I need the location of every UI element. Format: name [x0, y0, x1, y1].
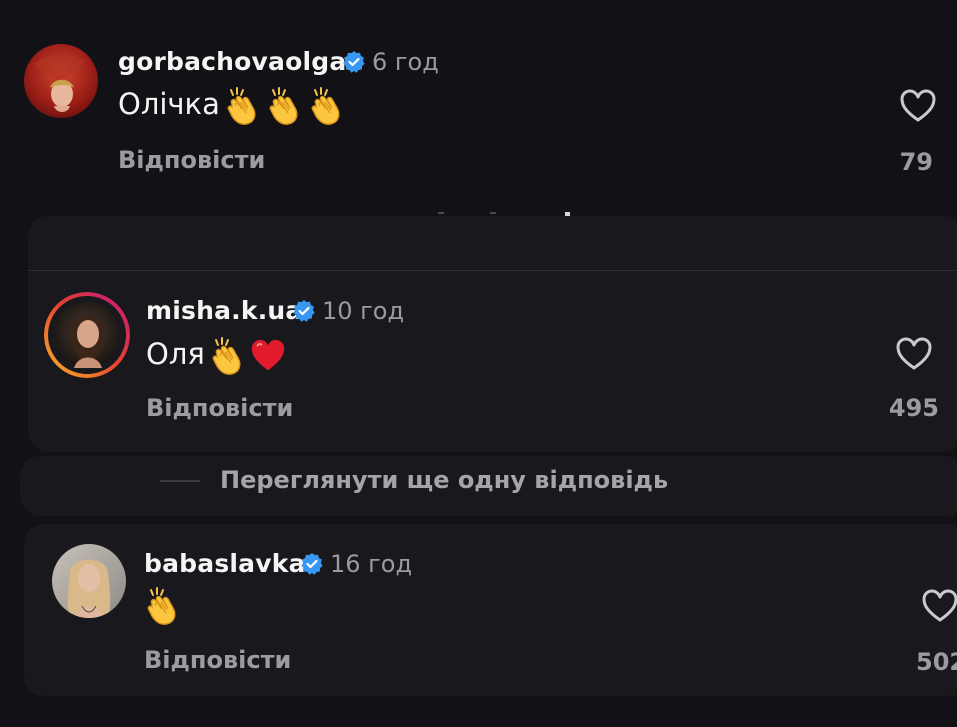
avatar[interactable] — [52, 544, 126, 618]
reply-button[interactable]: Відповісти — [118, 146, 265, 174]
clapping-hands-emoji-icon — [222, 86, 262, 126]
verified-badge-icon — [342, 50, 366, 74]
comment-time: 6 год — [372, 48, 439, 76]
comment-username[interactable]: misha.k.ua — [146, 296, 302, 325]
heart-outline-icon[interactable] — [894, 334, 934, 374]
comment-babaslavka: babaslavka 16 год Відповісти 502 — [0, 524, 957, 696]
comment-text: Оля — [146, 336, 287, 376]
story-ring-avatar-icon — [44, 292, 130, 378]
avatar[interactable] — [24, 44, 98, 118]
view-more-line — [160, 480, 200, 482]
avatar[interactable] — [44, 292, 130, 378]
comment-text: Олічка — [118, 86, 346, 126]
profile-photo-icon — [24, 44, 98, 118]
comment-time: 10 год — [322, 297, 405, 325]
comment-gorbachovaolga: gorbachovaolga 6 год Олічка Відповісти 7… — [0, 0, 957, 200]
profile-photo-icon — [52, 544, 126, 618]
heart-outline-icon[interactable] — [898, 86, 938, 126]
comment-username[interactable]: babaslavka — [144, 549, 306, 578]
verified-badge-icon — [292, 299, 316, 323]
verified-badge-icon — [300, 552, 324, 576]
comment-misha-k-ua: misha.k.ua 10 год Оля Відповісти 495 — [0, 270, 957, 450]
clapping-hands-emoji-icon — [264, 86, 304, 126]
reply-button[interactable]: Відповісти — [146, 394, 293, 422]
comment-text-value: Олічка — [118, 87, 220, 121]
clapping-hands-emoji-icon — [142, 586, 182, 626]
like-count: 495 — [888, 394, 939, 422]
view-more-replies-button[interactable]: Переглянути ще одну відповідь — [220, 466, 668, 494]
like-count: 79 — [899, 148, 933, 176]
comment-text — [142, 586, 182, 626]
clapping-hands-emoji-icon — [207, 336, 247, 376]
comment-username[interactable]: gorbachovaolga — [118, 47, 346, 76]
red-heart-emoji-icon — [249, 337, 287, 375]
comment-time: 16 год — [330, 550, 413, 578]
clapping-hands-emoji-icon — [306, 86, 346, 126]
comment-text-value: Оля — [146, 337, 205, 371]
like-count: 502 — [916, 648, 957, 676]
reply-button[interactable]: Відповісти — [144, 646, 291, 674]
heart-outline-icon[interactable] — [920, 586, 957, 626]
